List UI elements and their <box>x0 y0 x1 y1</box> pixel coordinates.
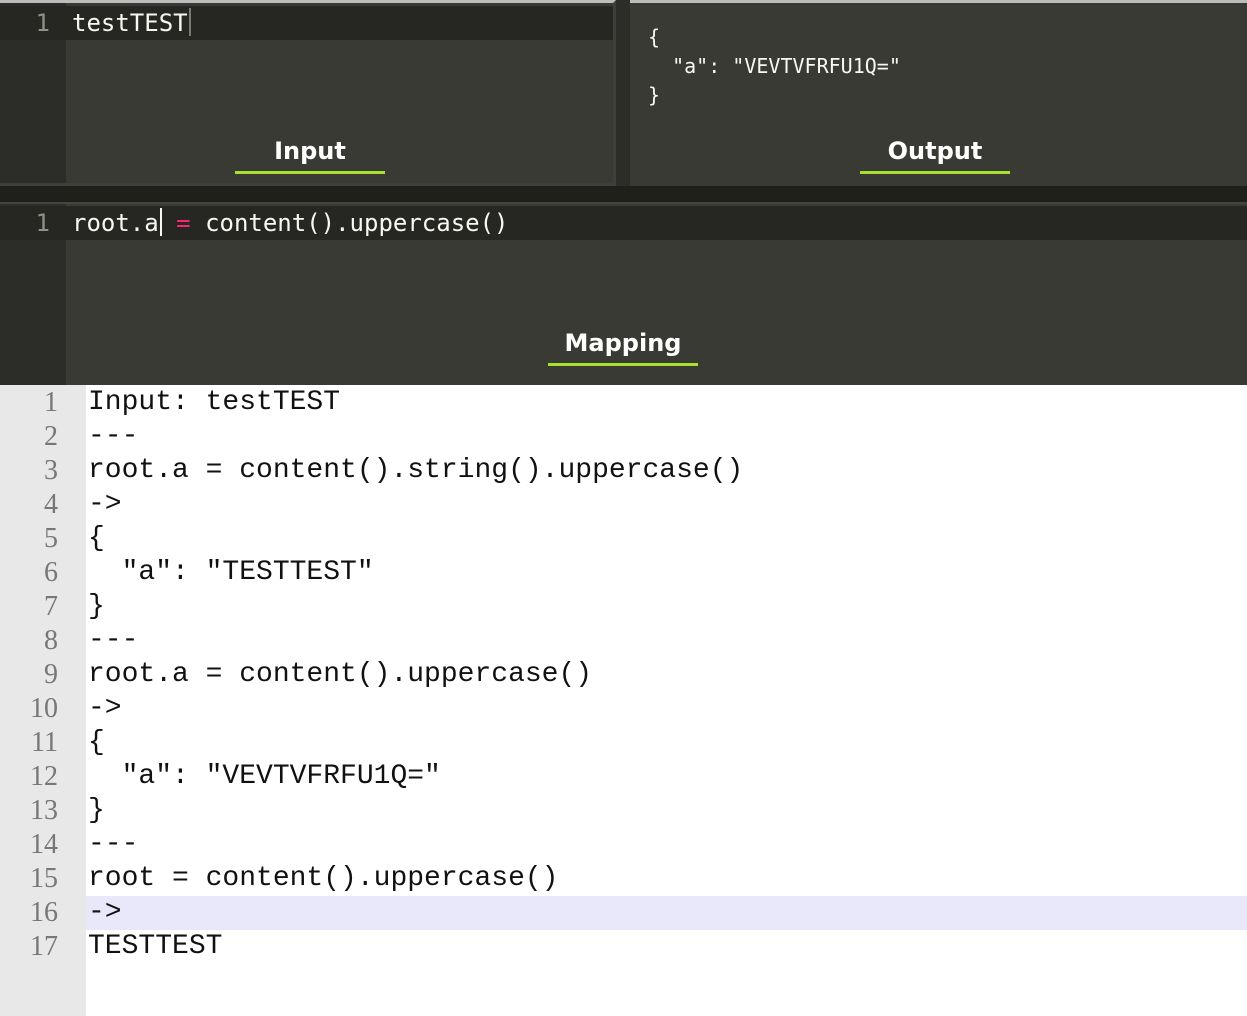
document-line[interactable]: 5{ <box>0 522 1247 556</box>
document-line-text: "a": "VEVTVFRFU1Q=" <box>88 761 441 792</box>
document-line-text: root = content().uppercase() <box>88 863 559 894</box>
input-cursor <box>188 8 191 36</box>
document-line[interactable]: 12 "a": "VEVTVFRFU1Q=" <box>0 760 1247 794</box>
document-line-text: { <box>88 727 105 758</box>
horizontal-splitter[interactable] <box>0 186 1247 202</box>
mapping-code-right: content().uppercase() <box>205 209 509 237</box>
document-line[interactable]: 11 { <box>0 726 1247 760</box>
document-line-text: { <box>88 523 105 554</box>
document-line-text: root.a = content().uppercase() <box>88 659 593 690</box>
document-line-text: } <box>88 591 105 622</box>
document-line[interactable]: 10 -> <box>0 692 1247 726</box>
document-line-number: 2 <box>44 421 58 452</box>
document-line-number: 1 <box>44 387 58 418</box>
document-line-number: 12 <box>30 761 58 792</box>
document-line-number: 10 <box>30 693 58 724</box>
document-line-number: 8 <box>44 625 58 656</box>
document-line[interactable]: 6 "a": "TESTTEST" <box>0 556 1247 590</box>
document-line-text: TESTTEST <box>88 931 223 962</box>
document-line-number: 6 <box>44 557 58 588</box>
document-line-number: 15 <box>30 863 58 894</box>
document-line-text: --- <box>88 625 139 656</box>
document-line-number: 16 <box>30 897 58 928</box>
document-line-number: 14 <box>30 829 58 860</box>
document-line-text: Input: testTEST <box>88 387 341 418</box>
document-line-number: 7 <box>44 591 58 622</box>
document-line[interactable]: 14 --- <box>0 828 1247 862</box>
document-line[interactable]: 15 root = content().uppercase() <box>0 862 1247 896</box>
document-line-text: --- <box>88 421 139 452</box>
document-line-number: 9 <box>44 659 58 690</box>
mapping-cursor <box>159 208 162 236</box>
input-code-line[interactable]: testTEST <box>72 6 191 40</box>
document-line[interactable]: 4 -> <box>0 488 1247 522</box>
document-line[interactable]: 17 TESTTEST <box>0 930 1247 964</box>
document-line-text: -> <box>88 693 122 724</box>
document-line-text: root.a = content().string().uppercase() <box>88 455 744 486</box>
document-line[interactable]: 7} <box>0 590 1247 624</box>
document-line-number: 17 <box>30 931 58 962</box>
mapping-pane-label: Mapping <box>548 329 698 366</box>
input-pane: 1 testTEST Input <box>0 0 616 186</box>
document-line[interactable]: 16 -> <box>30 896 1247 930</box>
document-line-number: 5 <box>44 523 58 554</box>
mapping-code-left: root.a <box>72 209 159 237</box>
document-line-text: --- <box>88 829 139 860</box>
pane-divider[interactable] <box>616 0 630 186</box>
mapping-code-operator: = <box>176 209 191 237</box>
document-line[interactable]: 8 --- <box>0 624 1247 658</box>
mapping-line-number: 1 <box>35 209 50 237</box>
document-line[interactable]: 9 root.a = content().uppercase() <box>0 658 1247 692</box>
document-line[interactable]: 1 Input: testTEST <box>0 386 1247 420</box>
mapping-code-line[interactable]: root.a = content().uppercase() <box>72 206 509 240</box>
input-pane-label: Input <box>235 137 385 174</box>
document-view[interactable]: 1 Input: testTEST 2 --- 3 root.a = content().… <box>0 385 1247 1016</box>
document-line-number: 4 <box>44 489 58 520</box>
document-line-number: 11 <box>31 727 58 758</box>
document-line-text: "a": "TESTTEST" <box>88 557 374 588</box>
document-line-number: 13 <box>30 795 58 826</box>
output-pane-label: Output <box>860 137 1010 174</box>
output-pane: { "a": "VEVTVFRFU1Q=" } Output <box>630 0 1247 186</box>
input-line-number: 1 <box>35 9 50 37</box>
document-line-number: 3 <box>44 455 58 486</box>
document-line[interactable]: 2 --- <box>0 420 1247 454</box>
document-line-text: } <box>88 795 105 826</box>
document-line-text: -> <box>88 897 122 928</box>
document-line[interactable]: 13} <box>0 794 1247 828</box>
document-line-text: -> <box>88 489 122 520</box>
output-json: { "a": "VEVTVFRFU1Q=" } <box>648 25 901 107</box>
document-line[interactable]: 3 root.a = content().string().uppercase() <box>0 454 1247 488</box>
mapping-pane: 1 root.a = content().uppercase() Mapping <box>0 202 1247 385</box>
input-code-text: testTEST <box>72 9 188 37</box>
